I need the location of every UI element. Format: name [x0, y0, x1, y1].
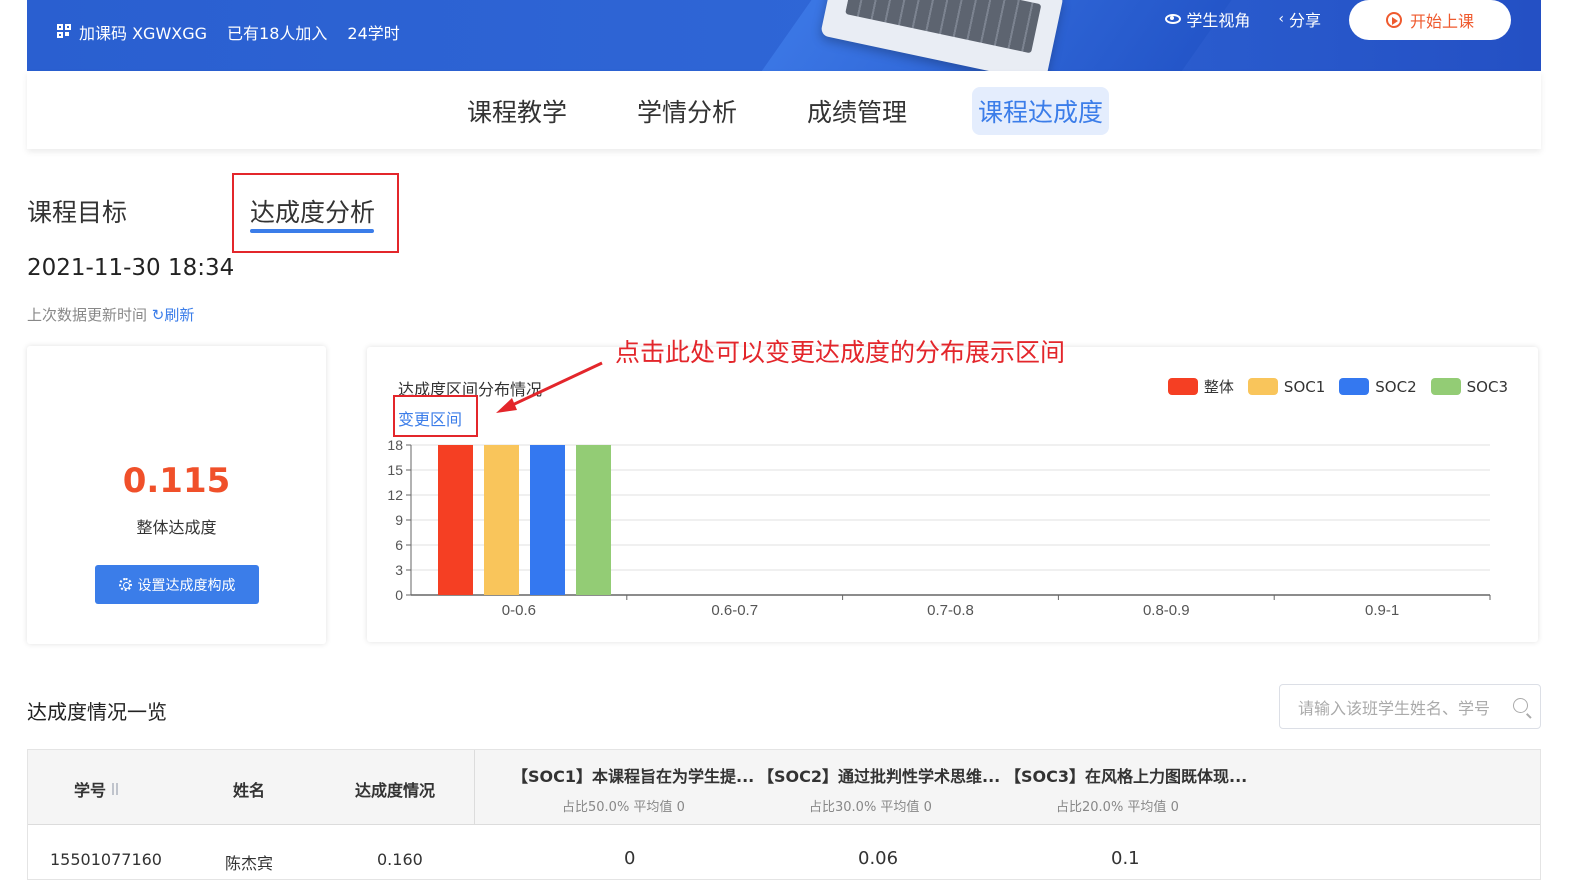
banner-actions: 学生视角 ‹ 分享 开始上课 [1165, 0, 1511, 40]
col-header-soc2: 【SOC2】通过批判性学术思维... [758, 767, 1001, 786]
refresh-button[interactable]: ↻刷新 [152, 306, 195, 324]
distribution-chart-card: 达成度区间分布情况 变更区间 整体 SOC1 SOC2 SOC3 0 3 6 9 12 15 18… [367, 347, 1538, 642]
highlight-box-change-range [393, 395, 478, 437]
cell-status: 0.160 [377, 850, 423, 869]
tab-grade-management[interactable]: 成绩管理 [801, 87, 913, 135]
cell-soc1: 0 [624, 848, 636, 869]
tab-course-achievement[interactable]: 课程达成度 [972, 87, 1110, 135]
qr-code-icon [57, 24, 73, 40]
subtab-course-goal[interactable]: 课程目标 [27, 193, 127, 229]
y-tick-label: 12 [387, 487, 403, 503]
x-tick-label: 0.9-1 [1365, 602, 1399, 619]
cell-soc3: 0.1 [1111, 848, 1140, 869]
start-class-button[interactable]: 开始上课 [1349, 0, 1511, 40]
share-button[interactable]: ‹ 分享 [1278, 7, 1321, 31]
main-tabs: 课程教学 学情分析 成绩管理 课程达成度 [27, 71, 1541, 149]
play-icon [1385, 12, 1402, 28]
joined-count: 已有18人加入 [227, 24, 328, 43]
y-tick-label: 6 [395, 537, 403, 553]
sort-icon[interactable] [110, 783, 120, 797]
highlight-box-subtab [232, 173, 399, 253]
bar-soc2 [530, 445, 565, 595]
cell-name: 陈杰宾 [225, 854, 274, 873]
annotation-text: 点击此处可以变更达成度的分布展示区间 [615, 338, 1066, 367]
set-composition-button[interactable]: 设置达成度构成 [95, 565, 259, 604]
course-code[interactable]: 加课码 XGWXGG [57, 20, 207, 44]
eye-icon [1165, 14, 1182, 24]
table-header: 学号 姓名 达成度情况 【SOC1】本课程旨在为学生提... 【SOC2】通过批… [28, 750, 1540, 825]
share-icon: ‹ [1278, 11, 1284, 27]
col-header-id[interactable]: 学号 [74, 777, 120, 801]
data-datetime: 2021-11-30 18:34 [27, 255, 235, 281]
last-update: 上次数据更新时间 ↻刷新 [27, 304, 194, 325]
col-soc3-stats: 占比20.0% 平均值 0 [1056, 800, 1179, 815]
tab-learning-analysis[interactable]: 学情分析 [631, 87, 743, 135]
share-label: 分享 [1288, 11, 1321, 30]
x-tick-label: 0-0.6 [502, 602, 536, 619]
col-header-soc3: 【SOC3】在风格上力图既体现... [1005, 767, 1248, 786]
overall-value: 0.115 [122, 461, 231, 501]
course-code-text: 加课码 XGWXGG [79, 24, 208, 43]
set-composition-label: 设置达成度构成 [137, 577, 236, 594]
refresh-label: 刷新 [164, 306, 195, 324]
search-icon[interactable] [1513, 698, 1528, 713]
section-title: 达成度情况一览 [27, 700, 167, 724]
course-info: 加课码 XGWXGG 已有18人加入 24学时 [57, 20, 400, 44]
col-soc1-stats: 占比50.0% 平均值 0 [562, 800, 685, 815]
y-tick-label: 9 [395, 512, 403, 528]
student-search-input[interactable]: 请输入该班学生姓名、学号 [1279, 684, 1541, 729]
course-banner: 加课码 XGWXGG 已有18人加入 24学时 学生视角 ‹ 分享 开始上课 [27, 0, 1541, 71]
col-soc2-stats: 占比30.0% 平均值 0 [809, 800, 932, 815]
col-id-label: 学号 [74, 781, 107, 800]
start-class-label: 开始上课 [1409, 12, 1474, 31]
search-placeholder: 请输入该班学生姓名、学号 [1298, 699, 1491, 718]
tab-course-teaching[interactable]: 课程教学 [461, 87, 573, 135]
distribution-bar-chart: 0 3 6 9 12 15 18 0-0.6 0.6-0.7 0.7-0.8 0.8-0.9 0.9-… [387, 437, 1491, 619]
column-divider [474, 750, 475, 825]
x-tick-label: 0.8-0.9 [1143, 602, 1190, 619]
cell-soc2: 0.06 [858, 848, 899, 869]
gear-icon [118, 578, 132, 591]
course-hours: 24学时 [347, 24, 400, 43]
bar-soc1 [484, 445, 519, 595]
last-update-label: 上次数据更新时间 [27, 306, 148, 324]
overall-label: 整体达成度 [136, 518, 217, 537]
cell-id: 15501077160 [50, 850, 162, 869]
student-view-button[interactable]: 学生视角 [1165, 7, 1250, 31]
col-header-soc1: 【SOC1】本课程旨在为学生提... [512, 767, 755, 786]
y-tick-label: 15 [387, 462, 403, 478]
y-tick-label: 0 [395, 587, 403, 603]
col-header-name: 姓名 [233, 781, 266, 800]
bar-soc3 [576, 445, 611, 595]
bar-整体 [438, 445, 473, 595]
x-tick-label: 0.7-0.8 [927, 602, 974, 619]
x-tick-label: 0.6-0.7 [711, 602, 758, 619]
y-tick-label: 3 [395, 562, 403, 578]
overall-achievement-card: 0.115 整体达成度 设置达成度构成 [27, 346, 326, 644]
col-header-status: 达成度情况 [355, 781, 436, 800]
student-view-label: 学生视角 [1186, 11, 1251, 30]
achievement-table: 学号 姓名 达成度情况 【SOC1】本课程旨在为学生提... 【SOC2】通过批… [27, 749, 1541, 880]
y-tick-label: 18 [387, 437, 403, 453]
